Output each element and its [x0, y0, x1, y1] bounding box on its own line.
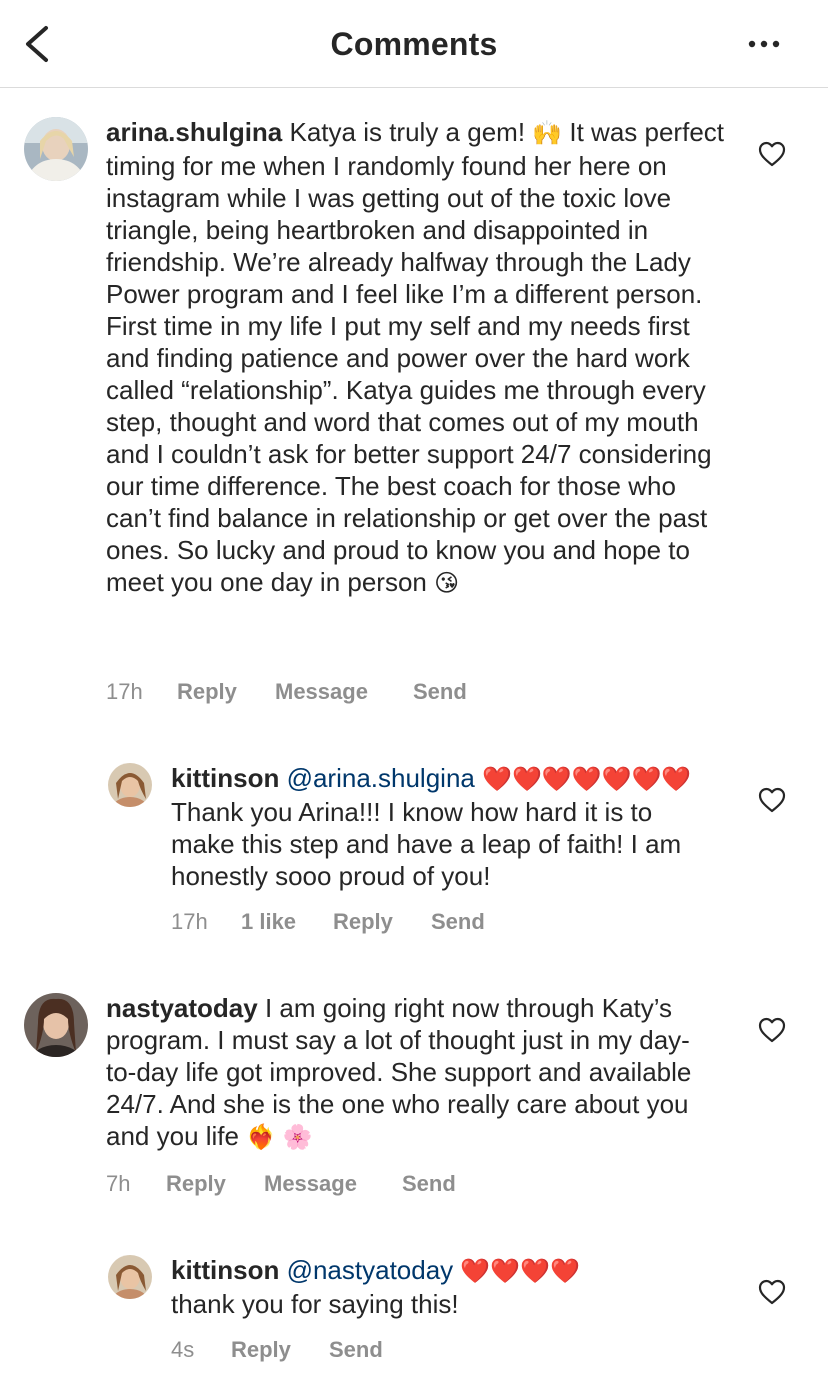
like-button[interactable] — [757, 785, 787, 815]
comment-text: nastyatoday I am going right now through… — [106, 992, 718, 1154]
comment-body-continued: It was perfect timing for me when I rand… — [106, 117, 724, 597]
heart-on-fire-emoji: ❤️‍🔥 🌸 — [246, 1124, 313, 1151]
send-button[interactable]: Send — [329, 1337, 383, 1363]
send-button[interactable]: Send — [413, 679, 467, 705]
page-title: Comments — [330, 26, 498, 62]
comment-time: 4s — [171, 1337, 195, 1362]
red-hearts-emoji: ❤️❤️❤️❤️❤️❤️❤️ — [482, 766, 692, 793]
avatar[interactable] — [108, 1255, 152, 1299]
like-button[interactable] — [757, 1015, 787, 1045]
comment-body: thank you for saying this! — [171, 1289, 459, 1319]
heart-icon — [758, 787, 786, 813]
more-horizontal-icon — [748, 40, 780, 48]
reply-button[interactable]: Reply — [177, 679, 237, 705]
mention-link[interactable]: @arina.shulgina — [287, 763, 475, 793]
reply-button[interactable]: Reply — [231, 1337, 291, 1363]
reply-button[interactable]: Reply — [333, 909, 393, 935]
raising-hands-emoji: 🙌 — [532, 120, 563, 147]
reply-button[interactable]: Reply — [166, 1171, 226, 1197]
comment-text: kittinson @nastyatoday ❤️❤️❤️❤️ thank yo… — [171, 1254, 721, 1320]
avatar[interactable] — [24, 117, 88, 181]
heart-icon — [758, 141, 786, 167]
comment-username[interactable]: kittinson — [171, 763, 279, 793]
header-bar: Comments — [0, 0, 828, 88]
avatar[interactable] — [24, 993, 88, 1057]
send-button[interactable]: Send — [431, 909, 485, 935]
red-hearts-emoji: ❤️❤️❤️❤️ — [460, 1258, 580, 1285]
comment-username[interactable]: kittinson — [171, 1255, 279, 1285]
avatar[interactable] — [108, 763, 152, 807]
comment-meta: 17h 1 like Reply Send — [171, 909, 511, 937]
mention-link[interactable]: @nastyatoday — [287, 1255, 454, 1285]
kiss-emoji: 😘 — [434, 570, 460, 597]
comment-body: Katya is truly a gem! — [289, 117, 533, 147]
comment-body: Thank you Arina!!! I know how hard it is… — [171, 797, 682, 891]
comment-text: kittinson @arina.shulgina ❤️❤️❤️❤️❤️❤️❤️… — [171, 762, 721, 892]
heart-icon — [758, 1017, 786, 1043]
comment-time: 17h — [106, 679, 143, 704]
heart-icon — [758, 1279, 786, 1305]
comment-text: arina.shulgina Katya is truly a gem! 🙌 I… — [106, 116, 726, 600]
comment-meta: 7h Reply Message Send — [106, 1171, 506, 1199]
likes-count[interactable]: 1 like — [241, 909, 296, 935]
comment-username[interactable]: arina.shulgina — [106, 117, 282, 147]
comment-time: 7h — [106, 1171, 131, 1196]
comment-meta: 17h Reply Message Send — [106, 679, 526, 707]
comment-username[interactable]: nastyatoday — [106, 993, 258, 1023]
comment-meta: 4s Reply Send — [171, 1337, 411, 1365]
message-button[interactable]: Message — [264, 1171, 357, 1197]
more-options-button[interactable] — [740, 30, 790, 60]
comment-time: 17h — [171, 909, 208, 934]
message-button[interactable]: Message — [275, 679, 368, 705]
like-button[interactable] — [757, 1277, 787, 1307]
send-button[interactable]: Send — [402, 1171, 456, 1197]
like-button[interactable] — [757, 139, 787, 169]
